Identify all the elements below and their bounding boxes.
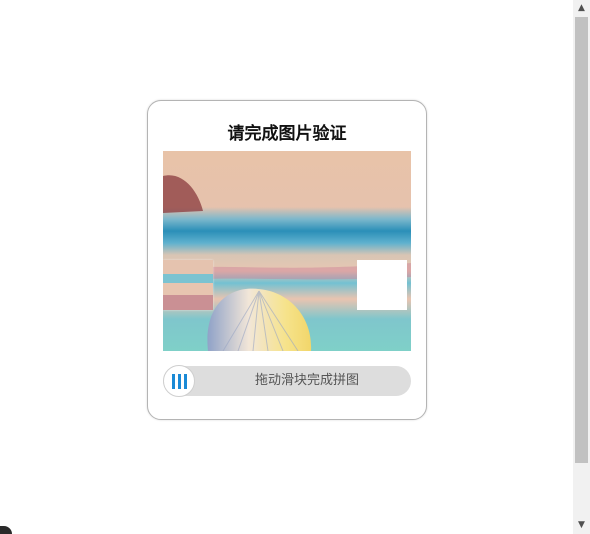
captcha-title: 请完成图片验证 bbox=[227, 124, 347, 144]
puzzle-gap bbox=[357, 260, 407, 310]
scroll-down-icon[interactable]: ▼ bbox=[573, 517, 590, 534]
grip-bar-icon bbox=[177, 373, 181, 389]
slider-hint: 拖动滑块完成拼图 bbox=[254, 373, 359, 388]
puzzle-background-image bbox=[163, 151, 411, 351]
scroll-thumb[interactable] bbox=[575, 17, 588, 463]
page-scrollbar[interactable]: ▲ ▼ bbox=[573, 0, 590, 534]
captcha-dialog: 请完成图片验证 拖动滑块完成拼图 bbox=[147, 100, 427, 420]
slider-handle[interactable] bbox=[163, 365, 195, 397]
puzzle-piece[interactable] bbox=[163, 260, 213, 310]
grip-bar-icon bbox=[171, 373, 175, 389]
slider-track[interactable]: 拖动滑块完成拼图 bbox=[163, 365, 411, 397]
grip-bar-icon bbox=[183, 373, 187, 389]
scroll-up-icon[interactable]: ▲ bbox=[573, 0, 590, 17]
window-corner bbox=[0, 526, 12, 534]
